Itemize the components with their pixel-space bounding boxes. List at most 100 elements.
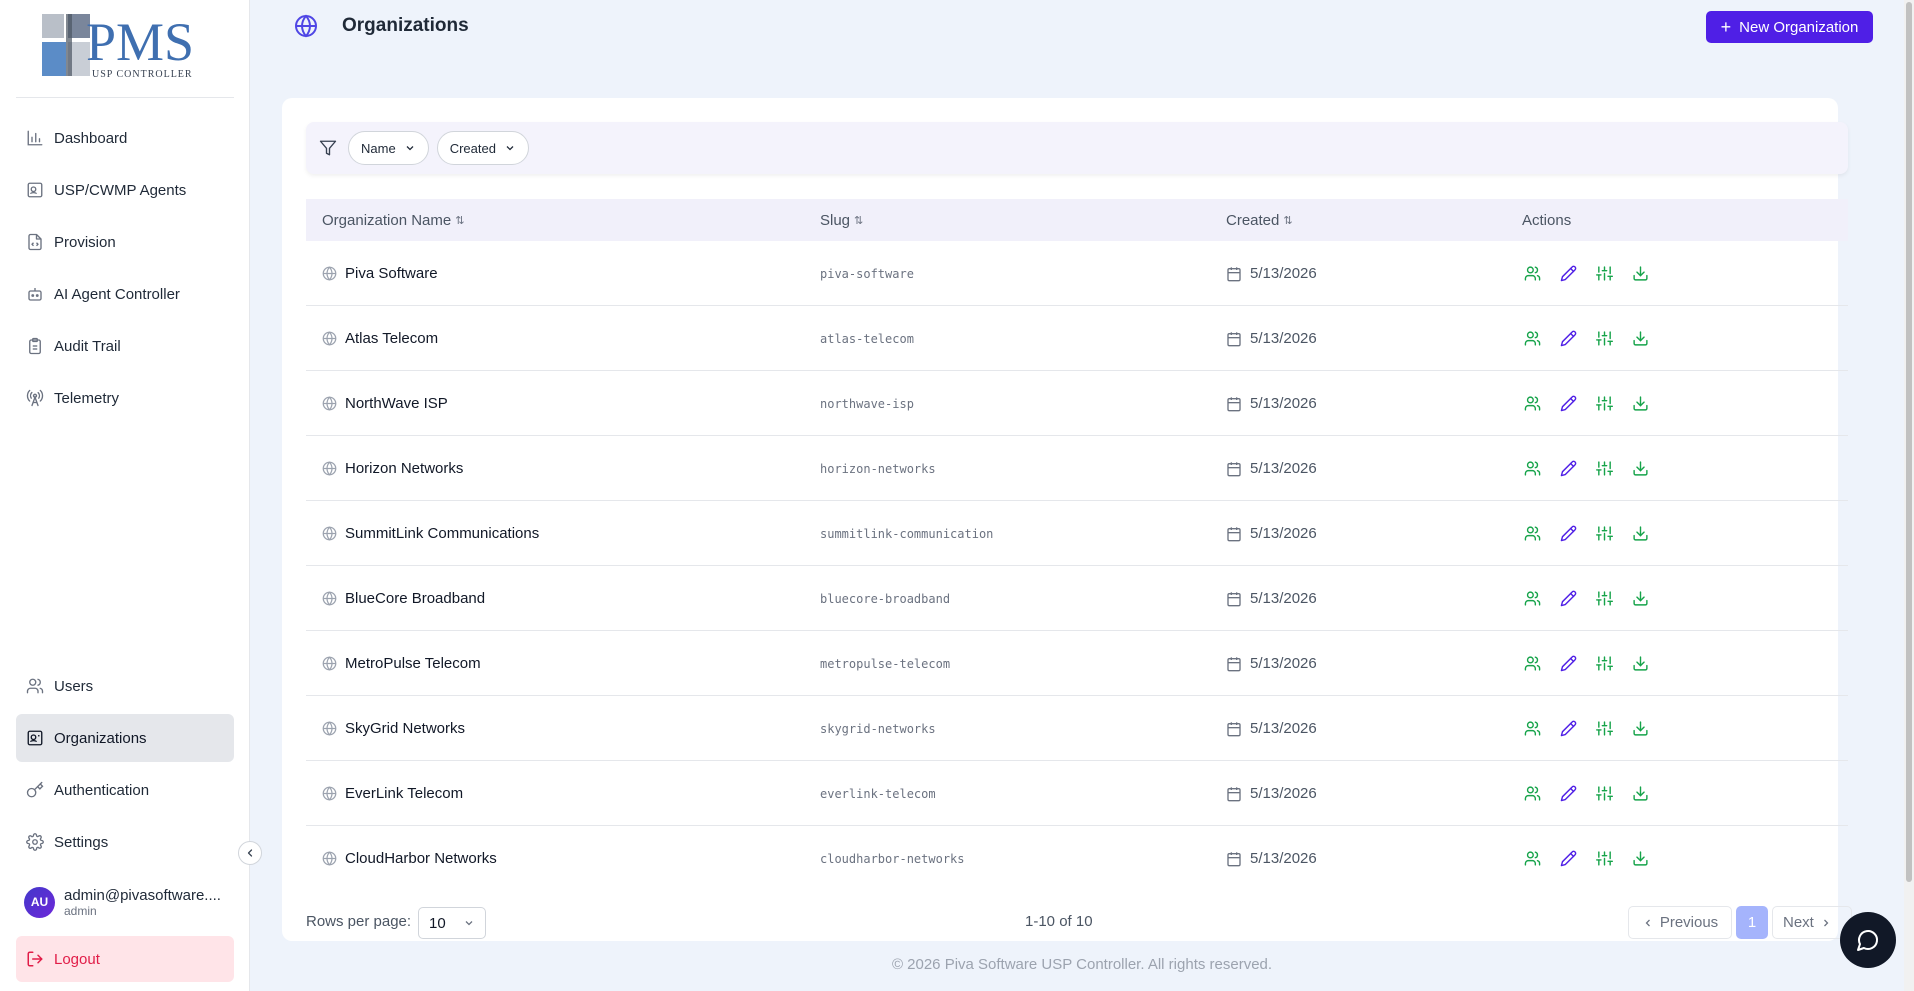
previous-page-button[interactable]: Previous bbox=[1628, 906, 1732, 939]
app-logo[interactable]: PMS USP CONTROLLER bbox=[38, 12, 210, 84]
table-row[interactable]: CloudHarbor Networks cloudharbor-networks… bbox=[306, 826, 1848, 871]
edit-icon[interactable] bbox=[1558, 329, 1578, 349]
table-row[interactable]: Piva Software piva-software 5/13/2026 bbox=[306, 241, 1848, 306]
user-profile[interactable]: AU admin@pivasoftware.... admin bbox=[24, 884, 234, 920]
table-row[interactable]: NorthWave ISP northwave-isp 5/13/2026 bbox=[306, 371, 1848, 436]
clipboard-icon bbox=[26, 337, 44, 355]
table-row[interactable]: SkyGrid Networks skygrid-networks 5/13/202… bbox=[306, 696, 1848, 761]
download-icon[interactable] bbox=[1630, 849, 1650, 869]
sidebar-item-usp-cwmp-agents[interactable]: USP/CWMP Agents bbox=[16, 166, 234, 214]
download-icon[interactable] bbox=[1630, 589, 1650, 609]
manage-members-icon[interactable] bbox=[1522, 849, 1542, 869]
filter-chip-name[interactable]: Name bbox=[348, 131, 429, 165]
table-row[interactable]: SummitLink Communications summitlink-comm… bbox=[306, 501, 1848, 566]
sidebar-item-dashboard[interactable]: Dashboard bbox=[16, 114, 234, 162]
edit-icon[interactable] bbox=[1558, 654, 1578, 674]
settings-sliders-icon[interactable] bbox=[1594, 394, 1614, 414]
settings-sliders-icon[interactable] bbox=[1594, 849, 1614, 869]
calendar-icon bbox=[1226, 656, 1242, 672]
organization-slug: skygrid-networks bbox=[820, 721, 936, 736]
settings-sliders-icon[interactable] bbox=[1594, 589, 1614, 609]
table-row[interactable]: BlueCore Broadband bluecore-broadband 5/13… bbox=[306, 566, 1848, 631]
calendar-icon bbox=[1226, 396, 1242, 412]
download-icon[interactable] bbox=[1630, 719, 1650, 739]
manage-members-icon[interactable] bbox=[1522, 524, 1542, 544]
settings-sliders-icon[interactable] bbox=[1594, 654, 1614, 674]
sidebar-item-ai-agent-controller[interactable]: AI Agent Controller bbox=[16, 270, 234, 318]
manage-members-icon[interactable] bbox=[1522, 719, 1542, 739]
previous-label: Previous bbox=[1659, 914, 1719, 931]
manage-members-icon[interactable] bbox=[1522, 394, 1542, 414]
column-header-slug[interactable]: Slug ⇅ bbox=[820, 212, 863, 229]
edit-icon[interactable] bbox=[1558, 394, 1578, 414]
settings-sliders-icon[interactable] bbox=[1594, 264, 1614, 284]
table-row[interactable]: Atlas Telecom atlas-telecom 5/13/2026 bbox=[306, 306, 1848, 371]
sidebar-item-users[interactable]: Users bbox=[16, 662, 234, 710]
download-icon[interactable] bbox=[1630, 329, 1650, 349]
page-1-button[interactable]: 1 bbox=[1736, 906, 1768, 939]
edit-icon[interactable] bbox=[1558, 784, 1578, 804]
download-icon[interactable] bbox=[1630, 524, 1650, 544]
next-label: Next bbox=[1783, 914, 1814, 931]
manage-members-icon[interactable] bbox=[1522, 654, 1542, 674]
sidebar-item-telemetry[interactable]: Telemetry bbox=[16, 374, 234, 422]
manage-members-icon[interactable] bbox=[1522, 784, 1542, 804]
edit-icon[interactable] bbox=[1558, 524, 1578, 544]
users-icon bbox=[26, 677, 44, 695]
organization-name-cell: SkyGrid Networks bbox=[322, 696, 465, 761]
created-date: 5/13/2026 bbox=[1250, 850, 1317, 867]
download-icon[interactable] bbox=[1630, 264, 1650, 284]
sidebar-item-settings[interactable]: Settings bbox=[16, 818, 234, 866]
sidebar-item-label: Audit Trail bbox=[54, 337, 121, 355]
sidebar-item-label: Organizations bbox=[54, 729, 147, 747]
new-organization-button[interactable]: + New Organization bbox=[1706, 11, 1873, 43]
edit-icon[interactable] bbox=[1558, 459, 1578, 479]
organization-slug: piva-software bbox=[820, 266, 914, 281]
download-icon[interactable] bbox=[1630, 394, 1650, 414]
chevron-down-icon bbox=[404, 142, 416, 154]
edit-icon[interactable] bbox=[1558, 719, 1578, 739]
globe-icon bbox=[294, 14, 318, 43]
logout-button[interactable]: Logout bbox=[16, 936, 234, 982]
settings-sliders-icon[interactable] bbox=[1594, 329, 1614, 349]
sidebar-item-authentication[interactable]: Authentication bbox=[16, 766, 234, 814]
settings-sliders-icon[interactable] bbox=[1594, 459, 1614, 479]
edit-icon[interactable] bbox=[1558, 589, 1578, 609]
created-cell: 5/13/2026 bbox=[1226, 371, 1317, 436]
rows-per-page-select[interactable]: 10 bbox=[418, 907, 486, 939]
radio-tower-icon bbox=[26, 389, 44, 407]
collapse-sidebar-button[interactable] bbox=[238, 841, 262, 865]
sidebar-item-provision[interactable]: Provision bbox=[16, 218, 234, 266]
settings-sliders-icon[interactable] bbox=[1594, 784, 1614, 804]
organization-name: MetroPulse Telecom bbox=[345, 655, 481, 672]
edit-icon[interactable] bbox=[1558, 264, 1578, 284]
sidebar-item-audit-trail[interactable]: Audit Trail bbox=[16, 322, 234, 370]
column-header-name[interactable]: Organization Name ⇅ bbox=[322, 212, 464, 229]
manage-members-icon[interactable] bbox=[1522, 264, 1542, 284]
table-header: Organization Name ⇅ Slug ⇅ Created ⇅ Action… bbox=[306, 199, 1848, 241]
filter-icon[interactable] bbox=[314, 134, 342, 162]
manage-members-icon[interactable] bbox=[1522, 329, 1542, 349]
created-cell: 5/13/2026 bbox=[1226, 761, 1317, 826]
settings-sliders-icon[interactable] bbox=[1594, 719, 1614, 739]
scrollbar-thumb[interactable] bbox=[1906, 2, 1912, 882]
organization-name-cell: Piva Software bbox=[322, 241, 438, 306]
chat-button[interactable] bbox=[1840, 912, 1896, 968]
organization-slug: summitlink-communication bbox=[820, 526, 994, 541]
edit-icon[interactable] bbox=[1558, 849, 1578, 869]
created-date: 5/13/2026 bbox=[1250, 265, 1317, 282]
manage-members-icon[interactable] bbox=[1522, 589, 1542, 609]
column-header-created[interactable]: Created ⇅ bbox=[1226, 212, 1293, 229]
manage-members-icon[interactable] bbox=[1522, 459, 1542, 479]
filter-chip-created[interactable]: Created bbox=[436, 131, 529, 165]
download-icon[interactable] bbox=[1630, 459, 1650, 479]
settings-sliders-icon[interactable] bbox=[1594, 524, 1614, 544]
table-row[interactable]: Horizon Networks horizon-networks 5/13/202… bbox=[306, 436, 1848, 501]
download-icon[interactable] bbox=[1630, 784, 1650, 804]
download-icon[interactable] bbox=[1630, 654, 1650, 674]
page-scrollbar[interactable] bbox=[1904, 0, 1914, 991]
table-row[interactable]: EverLink Telecom everlink-telecom 5/13/202… bbox=[306, 761, 1848, 826]
row-actions bbox=[1522, 566, 1666, 631]
table-row[interactable]: MetroPulse Telecom metropulse-telecom 5/13… bbox=[306, 631, 1848, 696]
sidebar-item-organizations[interactable]: Organizations bbox=[16, 714, 234, 762]
